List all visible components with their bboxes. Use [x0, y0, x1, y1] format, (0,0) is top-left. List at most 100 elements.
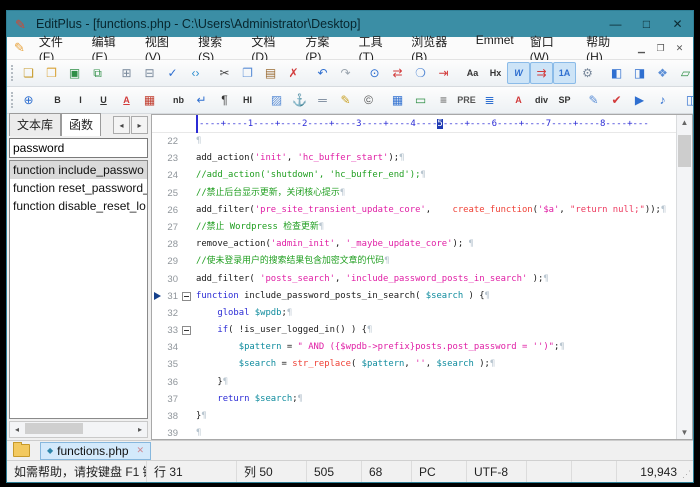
code-line-34[interactable]: 34 $pattern = " AND ({$wpdb->prefix}post…	[152, 339, 677, 356]
replace-button[interactable]: ⇄	[386, 62, 409, 84]
paragraph-button[interactable]: ¶	[213, 89, 236, 111]
code-line-31[interactable]: 31 function include_password_posts_in_sea…	[152, 288, 677, 305]
print-button[interactable]: ⊟	[138, 62, 161, 84]
preferences-button[interactable]: ⚙	[576, 62, 599, 84]
save-button[interactable]: ▣	[63, 62, 86, 84]
toolbar-grip[interactable]	[11, 92, 13, 108]
vscroll-down-icon[interactable]: ▼	[677, 425, 692, 439]
vscroll-thumb[interactable]	[678, 135, 691, 167]
editor-vscrollbar[interactable]: ▲ ▼	[676, 115, 692, 439]
code-line-33[interactable]: 33 if( !is_user_logged_in() ) {¶	[152, 322, 677, 339]
find-in-files-button[interactable]: ❍	[409, 62, 432, 84]
insert-form-field-button[interactable]: ▭	[409, 89, 432, 111]
code-line-37[interactable]: 37 return $search;¶	[152, 391, 677, 408]
hscroll-right-icon[interactable]: ▸	[133, 422, 147, 437]
edit-html-button[interactable]: ✎	[334, 89, 357, 111]
heading-tag-button[interactable]: HI	[236, 89, 259, 111]
list-item[interactable]: function reset_password_	[10, 179, 147, 197]
line-break-button[interactable]: ↵	[190, 89, 213, 111]
toggle-sidebar-button[interactable]: ◧	[605, 62, 628, 84]
undo-button[interactable]: ↶	[311, 62, 334, 84]
mdi-minimize-button[interactable]: ▁	[632, 40, 651, 57]
tab-scroll-left-icon[interactable]: ◂	[113, 116, 130, 134]
new-file-button[interactable]: ❏	[17, 62, 40, 84]
line-numbers-button[interactable]: 1A	[553, 62, 576, 84]
nbsp-button[interactable]: nb	[167, 89, 190, 111]
code-line-39[interactable]: 39 ¶	[152, 425, 677, 439]
sidebar-tab-functions[interactable]: 函数	[61, 113, 102, 136]
document-selector-icon[interactable]	[13, 442, 30, 457]
spell-check-button[interactable]: ✓	[161, 62, 184, 84]
code-line-30[interactable]: 30 add_filter( 'posts_search', 'include_p…	[152, 271, 677, 288]
code-line-25[interactable]: 25 //禁止后台显示更新，关闭核心提示¶	[152, 185, 677, 202]
print-preview-button[interactable]: ⊞	[115, 62, 138, 84]
find-button[interactable]: ⊙	[363, 62, 386, 84]
pre-tag-button[interactable]: PRE	[455, 89, 478, 111]
code-line-22[interactable]: 22 ¶	[152, 133, 677, 150]
fold-collapse-icon[interactable]	[182, 326, 191, 336]
mdi-close-button[interactable]: ✕	[670, 40, 689, 57]
redo-button[interactable]: ↷	[334, 62, 357, 84]
tab-close-icon[interactable]: ✕	[137, 445, 145, 456]
code-line-28[interactable]: 28 remove_action('admin_init', '_maybe_up…	[152, 236, 677, 253]
word-wrap-button[interactable]: W	[507, 62, 530, 84]
save-all-button[interactable]: ⧉	[86, 62, 109, 84]
sidebar-hscrollbar[interactable]: ◂ ▸	[9, 421, 148, 438]
maximize-button[interactable]: □	[631, 11, 662, 37]
cut-button[interactable]: ✂	[213, 62, 236, 84]
fold-collapse-icon[interactable]	[182, 291, 191, 301]
underline-button[interactable]: U	[92, 89, 115, 111]
code-line-27[interactable]: 27 //禁止 Wordpress 检查更新¶	[152, 219, 677, 236]
toggle-cliptext-button[interactable]: ◨	[628, 62, 651, 84]
insert-table-button[interactable]: ▦	[386, 89, 409, 111]
hscroll-left-icon[interactable]: ◂	[10, 422, 24, 437]
document-tab-functions-php[interactable]: ◆ functions.php ✕	[40, 441, 152, 460]
close-button[interactable]: ✕	[662, 11, 693, 37]
insert-audio-button[interactable]: ♪	[651, 89, 674, 111]
syntax-check-button[interactable]: ✔	[605, 89, 628, 111]
hex-view-button[interactable]: Hx	[484, 62, 507, 84]
code-line-26[interactable]: 26 add_filter('pre_site_transient_update_…	[152, 202, 677, 219]
script-editor-button[interactable]: ✎	[582, 89, 605, 111]
resize-grip[interactable]: ⋰	[682, 469, 691, 480]
insert-anchor-button[interactable]: ⚓	[288, 89, 311, 111]
sidebar-tab-cliptext[interactable]: 文本库	[9, 113, 62, 136]
font-color-button[interactable]: A	[115, 89, 138, 111]
align-center-button[interactable]: ≡	[432, 89, 455, 111]
code-line-36[interactable]: 36 }¶	[152, 374, 677, 391]
code-line-35[interactable]: 35 $search = str_replace( $pattern, '', …	[152, 356, 677, 373]
insert-media-button[interactable]: ▶	[628, 89, 651, 111]
code-line-24[interactable]: 24 //add_action('shutdown', 'hc_buffer_en…	[152, 167, 677, 184]
vscroll-up-icon[interactable]: ▲	[677, 115, 692, 129]
open-file-button[interactable]: ❒	[40, 62, 63, 84]
list-item[interactable]: function disable_reset_lo	[10, 197, 147, 215]
browser-window-button[interactable]: ▱	[674, 62, 693, 84]
code-line-32[interactable]: 32 global $wpdb;¶	[152, 305, 677, 322]
list-item[interactable]: function include_passwo	[10, 161, 147, 179]
insert-hr-button[interactable]: ═	[311, 89, 334, 111]
italic-button[interactable]: I	[69, 89, 92, 111]
bold-button[interactable]: B	[46, 89, 69, 111]
paste-button[interactable]: ▤	[259, 62, 282, 84]
insert-list-button[interactable]: ≣	[478, 89, 501, 111]
delete-button[interactable]: ✗	[282, 62, 305, 84]
cliptext-window-button[interactable]: ◫	[680, 89, 693, 111]
code-line-23[interactable]: 23 add_action('init', 'hc_buffer_start');…	[152, 150, 677, 167]
document-window-button[interactable]: ❖	[651, 62, 674, 84]
color-palette-button[interactable]: ▦	[138, 89, 161, 111]
goto-line-button[interactable]: ⇥	[432, 62, 455, 84]
div-tag-button[interactable]: div	[530, 89, 553, 111]
set-font-button[interactable]: Aa	[461, 62, 484, 84]
copyright-button[interactable]: ©	[357, 89, 380, 111]
function-filter-input[interactable]	[9, 138, 148, 158]
toolbar-grip[interactable]	[11, 65, 13, 81]
span-tag-button[interactable]: SP	[553, 89, 576, 111]
code-view[interactable]: 22 ¶ 23 add_action('init', 'hc_buffer_start…	[152, 133, 677, 439]
auto-indent-button[interactable]: ⇉	[530, 62, 553, 84]
font-tag-button[interactable]: A	[507, 89, 530, 111]
mdi-restore-button[interactable]: ❐	[651, 40, 670, 57]
editor-area[interactable]: ----+----1----+----2----+----3----+----4…	[151, 114, 693, 440]
code-line-29[interactable]: 29 //使未登录用户的搜索结果包含加密文章的代码¶	[152, 253, 677, 270]
tab-scroll-right-icon[interactable]: ▸	[131, 116, 148, 134]
view-in-browser-button[interactable]: ⊕	[17, 89, 40, 111]
